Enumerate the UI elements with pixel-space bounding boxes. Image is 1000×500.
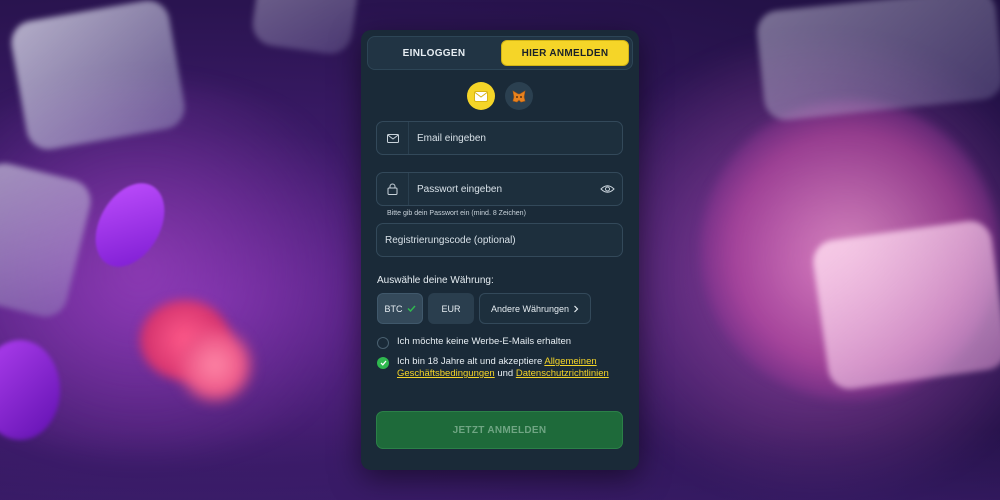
other-currencies-label: Andere Währungen (490, 303, 570, 314)
age-terms-text: Ich bin 18 Jahre alt und akzeptiere Allg… (397, 356, 617, 380)
currency-label: Auswähle deine Währung: (377, 275, 494, 286)
metamask-icon (512, 89, 526, 102)
currency-btc-label: BTC (384, 303, 403, 314)
method-email-button[interactable] (467, 82, 495, 110)
currency-btc-button[interactable]: BTC (377, 293, 423, 324)
lock-icon (377, 173, 409, 205)
currency-eur-button[interactable]: EUR (428, 293, 474, 324)
password-field-wrapper (376, 172, 623, 206)
register-submit-button[interactable]: JETZT ANMELDEN (376, 411, 623, 449)
age-terms-row[interactable]: Ich bin 18 Jahre alt und akzeptiere Allg… (377, 356, 617, 380)
password-hint: Bitte gib dein Passwort ein (mind. 8 Zei… (387, 210, 526, 217)
email-icon (474, 90, 488, 102)
password-input[interactable] (409, 173, 592, 205)
email-field-wrapper (376, 121, 623, 155)
currency-eur-label: EUR (441, 303, 461, 314)
chevron-right-icon (574, 305, 579, 312)
and-text: und (497, 368, 514, 379)
slot-machine-image (810, 218, 1000, 392)
age-terms-prefix: Ich bin 18 Jahre alt und akzeptiere (397, 356, 543, 367)
other-currencies-button[interactable]: Andere Währungen (479, 293, 591, 324)
checkmark-icon (406, 305, 416, 312)
age-terms-checkbox[interactable] (377, 357, 389, 369)
no-promo-emails-checkbox[interactable] (377, 337, 389, 349)
mail-icon (377, 122, 409, 154)
no-promo-emails-row[interactable]: Ich möchte keine Werbe-E-Mails erhalten (377, 336, 571, 349)
tab-login[interactable]: EINLOGGEN (371, 40, 497, 66)
checkmark-icon (380, 360, 386, 366)
privacy-link[interactable]: Datenschutzrichtlinien (516, 368, 609, 379)
method-metamask-button[interactable] (505, 82, 533, 110)
referral-code-input[interactable] (377, 224, 622, 256)
registration-panel: EINLOGGEN HIER ANMELDEN Email eingeben B… (361, 30, 639, 470)
no-promo-emails-label: Ich möchte keine Werbe-E-Mails erhalten (397, 336, 572, 347)
eye-icon[interactable] (592, 184, 622, 194)
dice-image (249, 0, 361, 57)
email-input[interactable] (409, 122, 622, 154)
referral-field-wrapper (376, 223, 623, 257)
auth-tabs: EINLOGGEN HIER ANMELDEN (367, 36, 633, 70)
chip-image (180, 330, 250, 400)
tab-register[interactable]: HIER ANMELDEN (501, 40, 629, 66)
signup-methods (367, 82, 633, 110)
